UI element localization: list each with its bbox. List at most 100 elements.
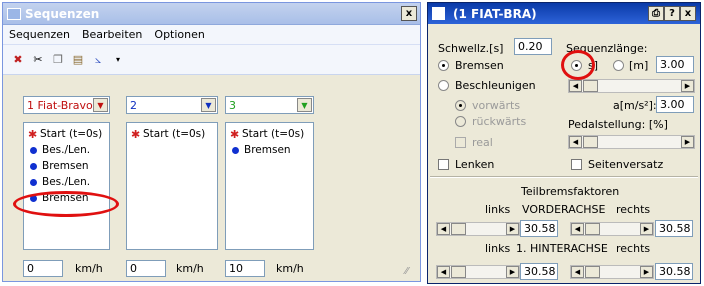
radio-meters[interactable] <box>613 60 624 71</box>
scroll-thumb[interactable] <box>583 136 598 148</box>
list-item[interactable]: Bremsen <box>230 143 309 157</box>
vorder-left-scrollbar[interactable]: ◀ ▶ <box>436 222 520 236</box>
scroll-right-icon[interactable]: ▶ <box>640 223 653 235</box>
seq-length-scrollbar[interactable]: ◀ ▶ <box>568 79 695 93</box>
chevron-down-icon[interactable]: ▼ <box>297 98 312 112</box>
highlight-circle <box>13 191 119 217</box>
schwellz-input[interactable]: 0.20 <box>514 38 552 55</box>
hinter-right-input[interactable]: 30.58 <box>655 263 693 280</box>
a-label: a[m/s²]: <box>613 99 657 112</box>
highlight-circle <box>561 50 595 80</box>
dot-icon <box>30 146 37 154</box>
sequenzen-titlebar[interactable]: Sequenzen <box>3 3 420 25</box>
start-marker-icon: ✱ <box>28 127 38 141</box>
chart-icon[interactable]: ⦣ <box>89 52 107 68</box>
dot-icon <box>30 178 37 186</box>
menu-bearbeiten[interactable]: Bearbeiten <box>82 28 142 41</box>
a-input[interactable]: 3.00 <box>656 96 694 113</box>
meters-label: [m] <box>629 59 649 72</box>
vehicle-combo-2[interactable]: 2 ▼ <box>126 96 218 114</box>
resize-grip-icon[interactable]: ⁄⁄ <box>405 266 408 277</box>
copy-icon[interactable]: ❐ <box>49 52 67 68</box>
vehicle-combo-1[interactable]: 1 Fiat-Bravo ▼ <box>23 96 110 114</box>
vehicle-combo-3[interactable]: 3 ▼ <box>225 96 314 114</box>
vorder-rechts-label: rechts <box>616 203 651 216</box>
paste-icon[interactable]: ▤ <box>69 52 87 68</box>
scroll-right-icon[interactable]: ▶ <box>506 223 519 235</box>
lenken-checkbox[interactable] <box>438 159 449 170</box>
scroll-left-icon[interactable]: ◀ <box>437 266 450 278</box>
hinter-right-scrollbar[interactable]: ◀ ▶ <box>570 265 654 279</box>
sequence-list-1[interactable]: ✱ Start (t=0s) Bes./Len. Bremsen Bes./Len… <box>23 122 110 250</box>
list-item[interactable]: Bes./Len. <box>28 143 105 157</box>
scroll-thumb[interactable] <box>585 223 600 235</box>
sequence-list-3[interactable]: ✱ Start (t=0s) Bremsen <box>225 122 314 250</box>
vorder-links-label: links <box>485 203 511 216</box>
start-marker-icon: ✱ <box>131 127 141 141</box>
seitenversatz-checkbox[interactable] <box>571 159 582 170</box>
list-item[interactable]: ✱ Start (t=0s) <box>131 127 213 141</box>
scroll-left-icon[interactable]: ◀ <box>571 266 584 278</box>
scroll-right-icon[interactable]: ▶ <box>506 266 519 278</box>
list-item-label: Bes./Len. <box>42 144 91 156</box>
print-button[interactable]: ⎙ <box>648 6 664 21</box>
vorderachse-label: VORDERACHSE <box>522 203 606 216</box>
scroll-left-icon[interactable]: ◀ <box>569 136 582 148</box>
pedal-scrollbar[interactable]: ◀ ▶ <box>568 135 695 149</box>
radio-beschleunigen[interactable] <box>438 80 449 91</box>
list-item[interactable]: ✱ Start (t=0s) <box>230 127 309 141</box>
scroll-left-icon[interactable]: ◀ <box>569 80 582 92</box>
scroll-thumb[interactable] <box>585 266 600 278</box>
sequence-list-2[interactable]: ✱ Start (t=0s) <box>126 122 218 250</box>
speed-unit-1: km/h <box>75 262 103 275</box>
speed-input-1[interactable]: 0 <box>23 260 63 277</box>
scroll-right-icon[interactable]: ▶ <box>681 80 694 92</box>
bremsen-label: Bremsen <box>455 59 504 72</box>
start-marker-icon: ✱ <box>230 127 240 141</box>
scroll-thumb[interactable] <box>451 223 466 235</box>
list-item[interactable]: Bremsen <box>28 159 105 173</box>
dot-icon <box>30 162 37 170</box>
list-item-label: Bes./Len. <box>42 176 91 188</box>
seq-length-input[interactable]: 3.00 <box>656 56 694 73</box>
list-item-label: Start (t=0s) <box>40 128 103 140</box>
pedal-label: Pedalstellung: [%] <box>568 118 668 131</box>
speed-input-2[interactable]: 0 <box>126 260 166 277</box>
divider <box>430 176 698 178</box>
scroll-left-icon[interactable]: ◀ <box>437 223 450 235</box>
chevron-down-icon[interactable]: ▼ <box>93 98 108 112</box>
scroll-thumb[interactable] <box>583 80 598 92</box>
vorder-left-input[interactable]: 30.58 <box>520 220 558 237</box>
app-icon <box>7 7 21 20</box>
combo-2-label: 2 <box>130 98 137 112</box>
cut-icon[interactable]: ✂ <box>29 52 47 68</box>
close-button[interactable]: x <box>401 6 417 21</box>
scroll-right-icon[interactable]: ▶ <box>640 266 653 278</box>
vorder-right-scrollbar[interactable]: ◀ ▶ <box>570 222 654 236</box>
radio-rueckwaerts[interactable] <box>455 116 466 127</box>
chevron-down-icon[interactable]: ▼ <box>201 98 216 112</box>
hinter-left-input[interactable]: 30.58 <box>520 263 558 280</box>
vorder-right-input[interactable]: 30.58 <box>655 220 693 237</box>
dropdown-arrow-icon[interactable]: ▾ <box>109 52 127 68</box>
hinter-left-scrollbar[interactable]: ◀ ▶ <box>436 265 520 279</box>
help-button[interactable]: ? <box>664 6 680 21</box>
close-button[interactable]: x <box>680 6 696 21</box>
list-item[interactable]: Bes./Len. <box>28 175 105 189</box>
menu-optionen[interactable]: Optionen <box>154 28 204 41</box>
real-checkbox[interactable] <box>455 137 466 148</box>
dot-icon <box>232 146 239 154</box>
fiat-window: (1 FIAT-BRA) ⎙ ? x Schwellz.[s] 0.20 Seq… <box>427 2 701 284</box>
list-item[interactable]: ✱ Start (t=0s) <box>28 127 105 141</box>
beschleunigen-label: Beschleunigen <box>455 79 536 92</box>
scroll-right-icon[interactable]: ▶ <box>681 136 694 148</box>
menu-sequenzen[interactable]: Sequenzen <box>9 28 70 41</box>
sequenzen-window: Sequenzen x Sequenzen Bearbeiten Optione… <box>2 2 421 282</box>
scroll-left-icon[interactable]: ◀ <box>571 223 584 235</box>
radio-bremsen[interactable] <box>438 60 449 71</box>
hinter-links-label: links <box>485 242 511 255</box>
speed-input-3[interactable]: 10 <box>225 260 265 277</box>
delete-icon[interactable]: ✖ <box>9 52 27 68</box>
radio-vorwaerts[interactable] <box>455 100 466 111</box>
scroll-thumb[interactable] <box>451 266 466 278</box>
